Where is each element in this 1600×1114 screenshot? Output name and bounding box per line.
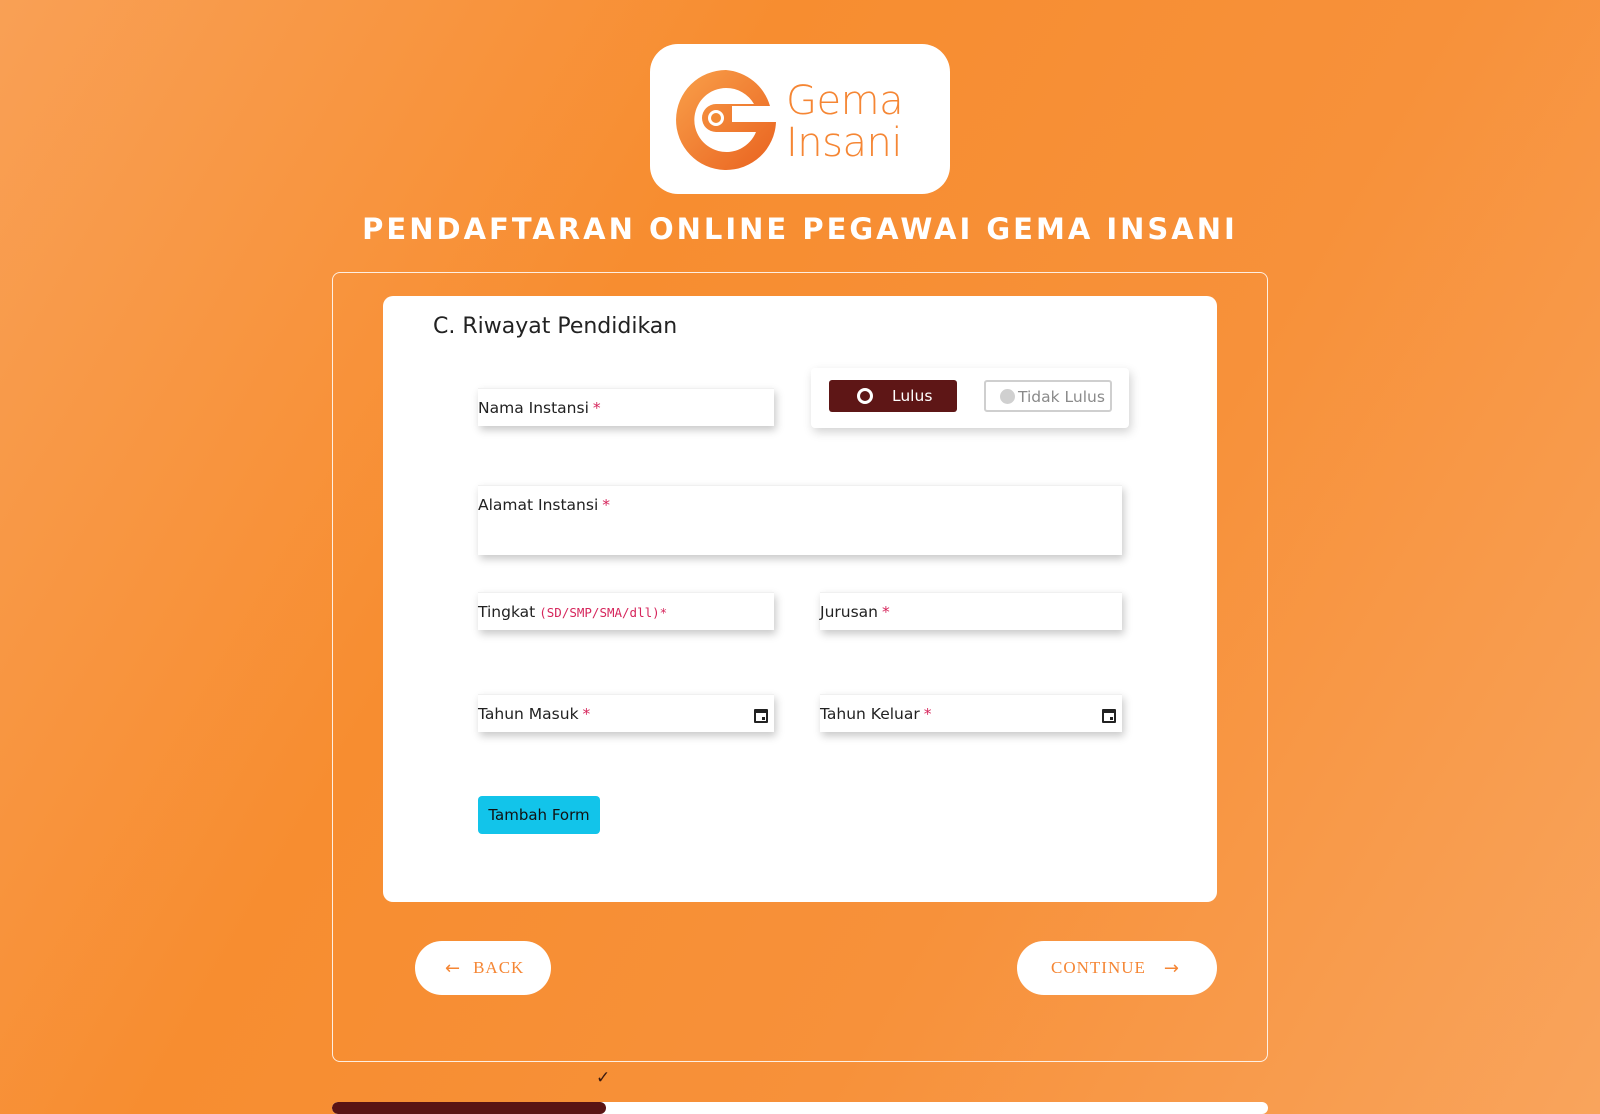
radio-tidak-lulus[interactable]: Tidak Lulus <box>984 380 1112 412</box>
nama-instansi-field[interactable]: Nama Instansi * <box>478 388 774 426</box>
nama-instansi-label-text: Nama Instansi <box>478 399 589 417</box>
back-label: BACK <box>473 958 525 977</box>
back-button[interactable]: ← BACK <box>415 941 551 995</box>
required-marker: * <box>592 399 601 417</box>
alamat-instansi-label-text: Alamat Instansi <box>478 496 599 514</box>
logo: Gema Insani <box>650 44 950 194</box>
page-title: PENDAFTARAN ONLINE PEGAWAI GEMA INSANI <box>362 212 1238 246</box>
jurusan-field[interactable]: Jurusan * <box>820 592 1122 630</box>
jurusan-label: Jurusan * <box>820 603 890 621</box>
jurusan-label-text: Jurusan <box>820 603 878 621</box>
radio-lulus[interactable]: Lulus <box>829 380 957 412</box>
form-card: C. Riwayat Pendidikan Nama Instansi * Lul… <box>383 296 1217 902</box>
alamat-instansi-label: Alamat Instansi * <box>478 496 610 514</box>
progress-bar <box>332 1102 1268 1114</box>
arrow-right-icon: → <box>1163 957 1180 979</box>
required-marker: * <box>602 496 611 514</box>
tahun-masuk-label-text: Tahun Masuk <box>478 705 579 723</box>
nama-instansi-label: Nama Instansi * <box>478 399 601 417</box>
calendar-icon[interactable] <box>1102 709 1116 723</box>
alamat-instansi-field[interactable]: Alamat Instansi * <box>478 485 1122 555</box>
continue-button[interactable]: CONTINUE → <box>1017 941 1217 995</box>
section-title: C. Riwayat Pendidikan <box>433 314 678 339</box>
tahun-keluar-label: Tahun Keluar * <box>820 705 931 723</box>
tambah-form-button[interactable]: Tambah Form <box>478 796 600 834</box>
radio-lulus-label: Lulus <box>892 387 933 405</box>
tingkat-label: Tingkat (SD/SMP/SMA/dll)* <box>478 603 667 621</box>
logo-line-2: Insani <box>786 120 902 166</box>
check-icon: ✓ <box>596 1068 611 1088</box>
required-marker: * <box>923 705 932 723</box>
tahun-keluar-field[interactable]: Tahun Keluar * <box>820 694 1122 732</box>
radio-tidak-lulus-label: Tidak Lulus <box>1018 388 1105 406</box>
radio-selected-icon <box>857 388 873 404</box>
calendar-icon[interactable] <box>754 709 768 723</box>
tahun-keluar-label-text: Tahun Keluar <box>820 705 920 723</box>
tahun-masuk-field[interactable]: Tahun Masuk * <box>478 694 774 732</box>
radio-unselected-icon <box>1000 389 1015 404</box>
required-marker: * <box>582 705 591 723</box>
arrow-left-icon: ← <box>445 957 462 979</box>
progress-fill <box>332 1102 607 1114</box>
tingkat-field[interactable]: Tingkat (SD/SMP/SMA/dll)* <box>478 592 774 630</box>
continue-label: CONTINUE <box>1051 958 1146 977</box>
tingkat-hint: (SD/SMP/SMA/dll)* <box>539 605 668 620</box>
logo-line-1: Gema <box>786 78 904 124</box>
graduation-status-group: Lulus Tidak Lulus <box>811 368 1129 428</box>
logo-wordmark: Gema Insani <box>786 78 904 166</box>
gema-insani-logo-icon <box>676 70 776 170</box>
tingkat-label-text: Tingkat <box>478 603 536 621</box>
required-marker: * <box>882 603 890 621</box>
tahun-masuk-label: Tahun Masuk * <box>478 705 590 723</box>
